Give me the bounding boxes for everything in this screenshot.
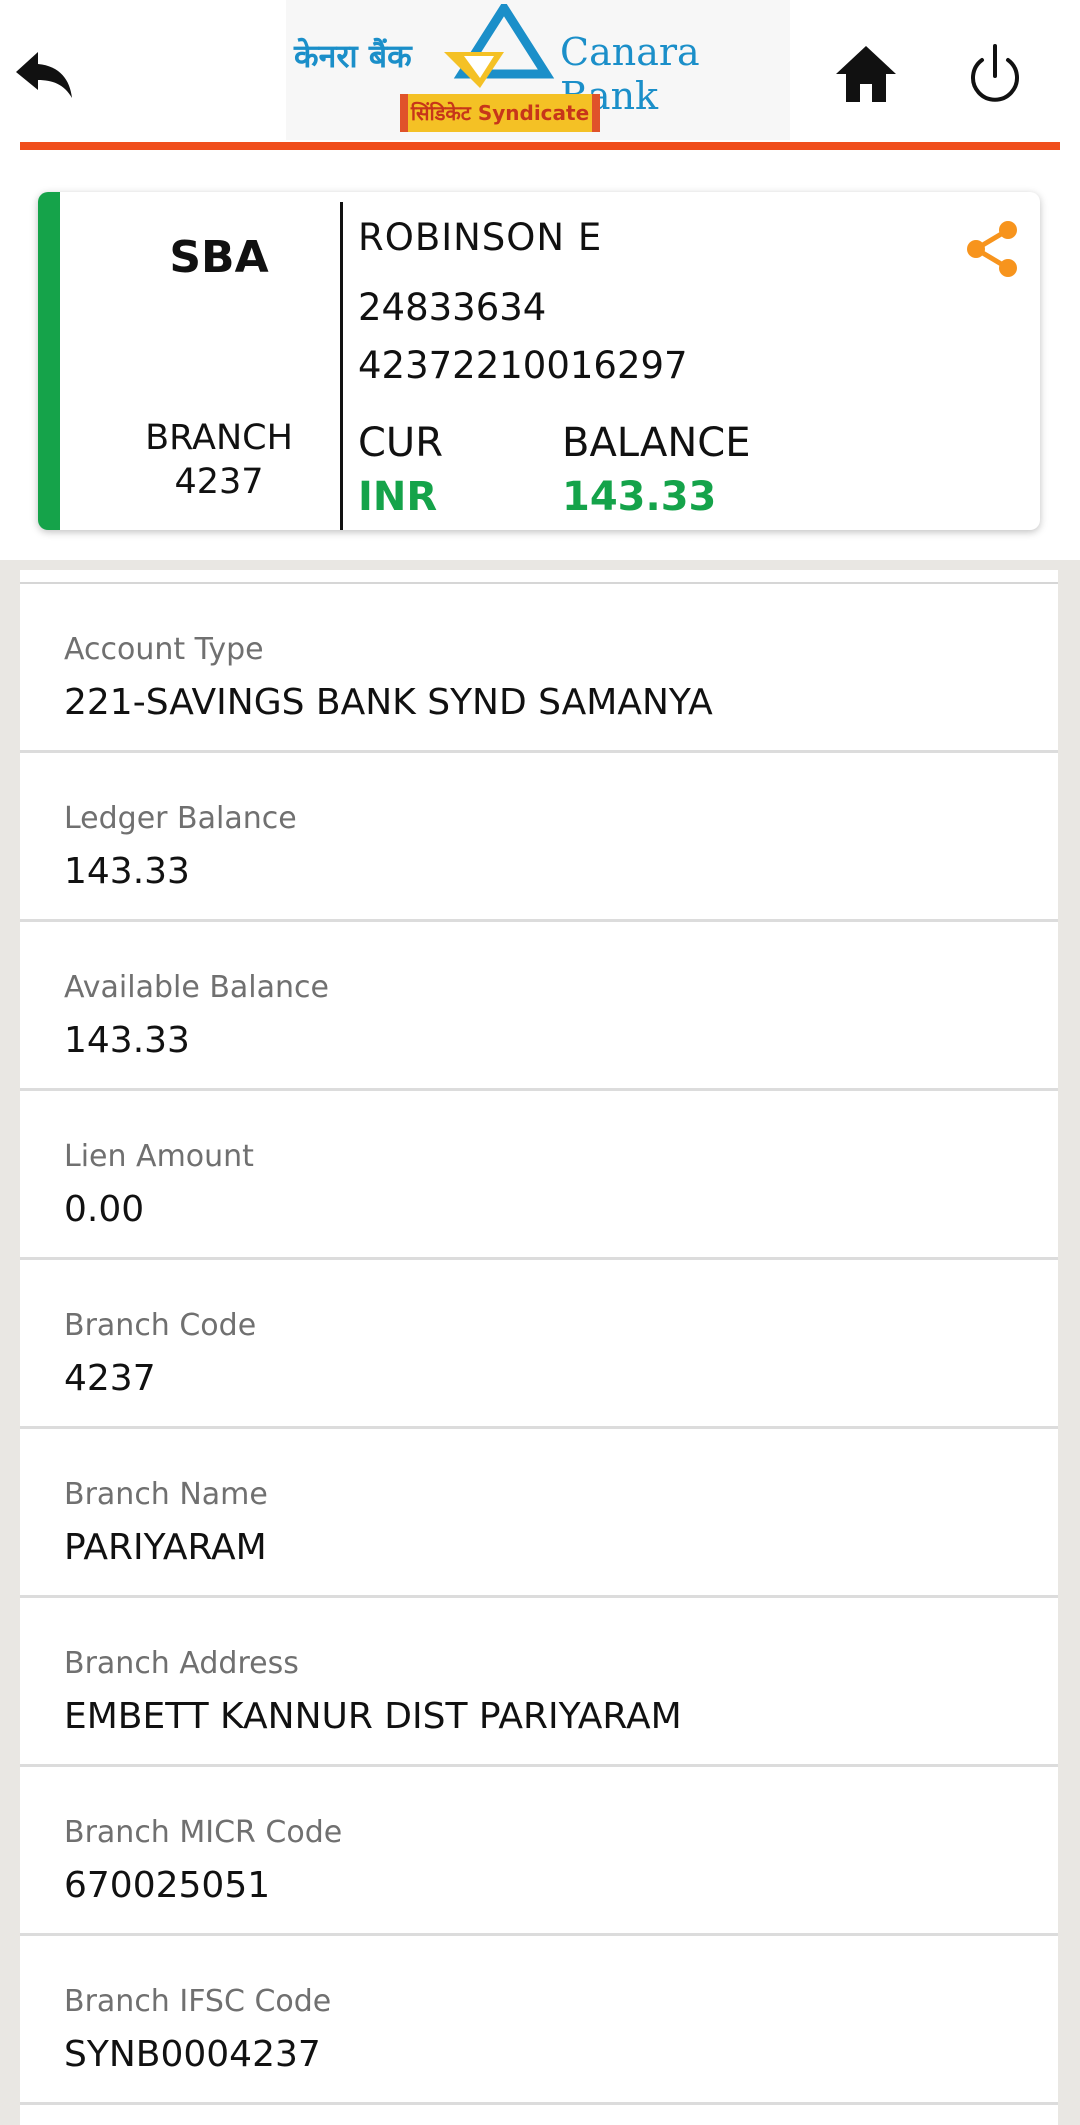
detail-value: 4237 <box>64 1358 156 1399</box>
detail-row-account-type: Account Type 221-SAVINGS BANK SYND SAMAN… <box>20 584 1058 753</box>
detail-label: Branch Address <box>64 1646 299 1681</box>
account-type-column: SBA BRANCH 4237 <box>60 192 378 530</box>
branch-label: BRANCH <box>145 418 293 458</box>
header-accent-bar <box>20 142 1060 150</box>
account-type: SBA <box>169 232 269 283</box>
branch-number: 4237 <box>174 462 264 502</box>
account-holder-name: ROBINSON E <box>358 216 603 259</box>
canara-logo-icon <box>444 4 555 88</box>
customer-id: 24833634 <box>358 286 547 329</box>
card-divider <box>340 202 343 530</box>
balance-value: 143.33 <box>562 474 717 520</box>
detail-label: Branch IFSC Code <box>64 1984 332 2019</box>
detail-label: Account Type <box>64 632 264 667</box>
detail-row-lien-amount: Lien Amount 0.00 <box>20 1091 1058 1260</box>
back-arrow-icon[interactable] <box>12 40 76 104</box>
detail-value: 670025051 <box>64 1865 271 1906</box>
detail-row-available-balance: Available Balance 143.33 <box>20 922 1058 1091</box>
detail-value: PARIYARAM <box>64 1527 267 1568</box>
share-icon[interactable] <box>964 218 1020 280</box>
currency-value: INR <box>358 474 438 520</box>
list-top-edge <box>20 570 1058 584</box>
detail-label: Lien Amount <box>64 1139 254 1174</box>
account-number: 42372210016297 <box>358 344 688 387</box>
syndicate-badge: सिंडिकेट Syndicate <box>400 94 600 132</box>
detail-value: 221-SAVINGS BANK SYND SAMANYA <box>64 682 713 723</box>
bank-name-hindi: केनरा बैंक <box>294 37 412 75</box>
power-icon[interactable] <box>964 40 1026 108</box>
detail-value: SYNB0004237 <box>64 2034 321 2075</box>
detail-label: Branch Name <box>64 1477 268 1512</box>
detail-value: 143.33 <box>64 1020 190 1061</box>
detail-row-branch-micr: Branch MICR Code 670025051 <box>20 1767 1058 1936</box>
bank-logo: केनरा बैंक Canara Bank सिंडिकेट Syndicat… <box>286 0 790 140</box>
detail-label: Branch MICR Code <box>64 1815 343 1850</box>
detail-row-branch-code: Branch Code 4237 <box>20 1260 1058 1429</box>
detail-value: EMBETT KANNUR DIST PARIYARAM <box>64 1696 682 1737</box>
currency-label: CUR <box>358 420 443 466</box>
detail-row-branch-address: Branch Address EMBETT KANNUR DIST PARIYA… <box>20 1598 1058 1767</box>
detail-value: 143.33 <box>64 851 190 892</box>
home-icon[interactable] <box>832 40 900 108</box>
account-details-list: Account Type 221-SAVINGS BANK SYND SAMAN… <box>20 570 1058 2125</box>
status-stripe <box>38 192 60 530</box>
detail-value: 0.00 <box>64 1189 145 1230</box>
app-header: केनरा बैंक Canara Bank सिंडिकेट Syndicat… <box>0 0 1080 152</box>
account-card[interactable]: SBA BRANCH 4237 ROBINSON E 24833634 4237… <box>38 192 1040 530</box>
detail-row-branch-ifsc: Branch IFSC Code SYNB0004237 <box>20 1936 1058 2105</box>
balance-label: BALANCE <box>562 420 751 466</box>
account-summary-section: SBA BRANCH 4237 ROBINSON E 24833634 4237… <box>0 152 1080 560</box>
detail-label: Available Balance <box>64 970 329 1005</box>
detail-label: Branch Code <box>64 1308 257 1343</box>
detail-label: Ledger Balance <box>64 801 297 836</box>
detail-row-branch-name: Branch Name PARIYARAM <box>20 1429 1058 1598</box>
detail-row-ledger-balance: Ledger Balance 143.33 <box>20 753 1058 922</box>
